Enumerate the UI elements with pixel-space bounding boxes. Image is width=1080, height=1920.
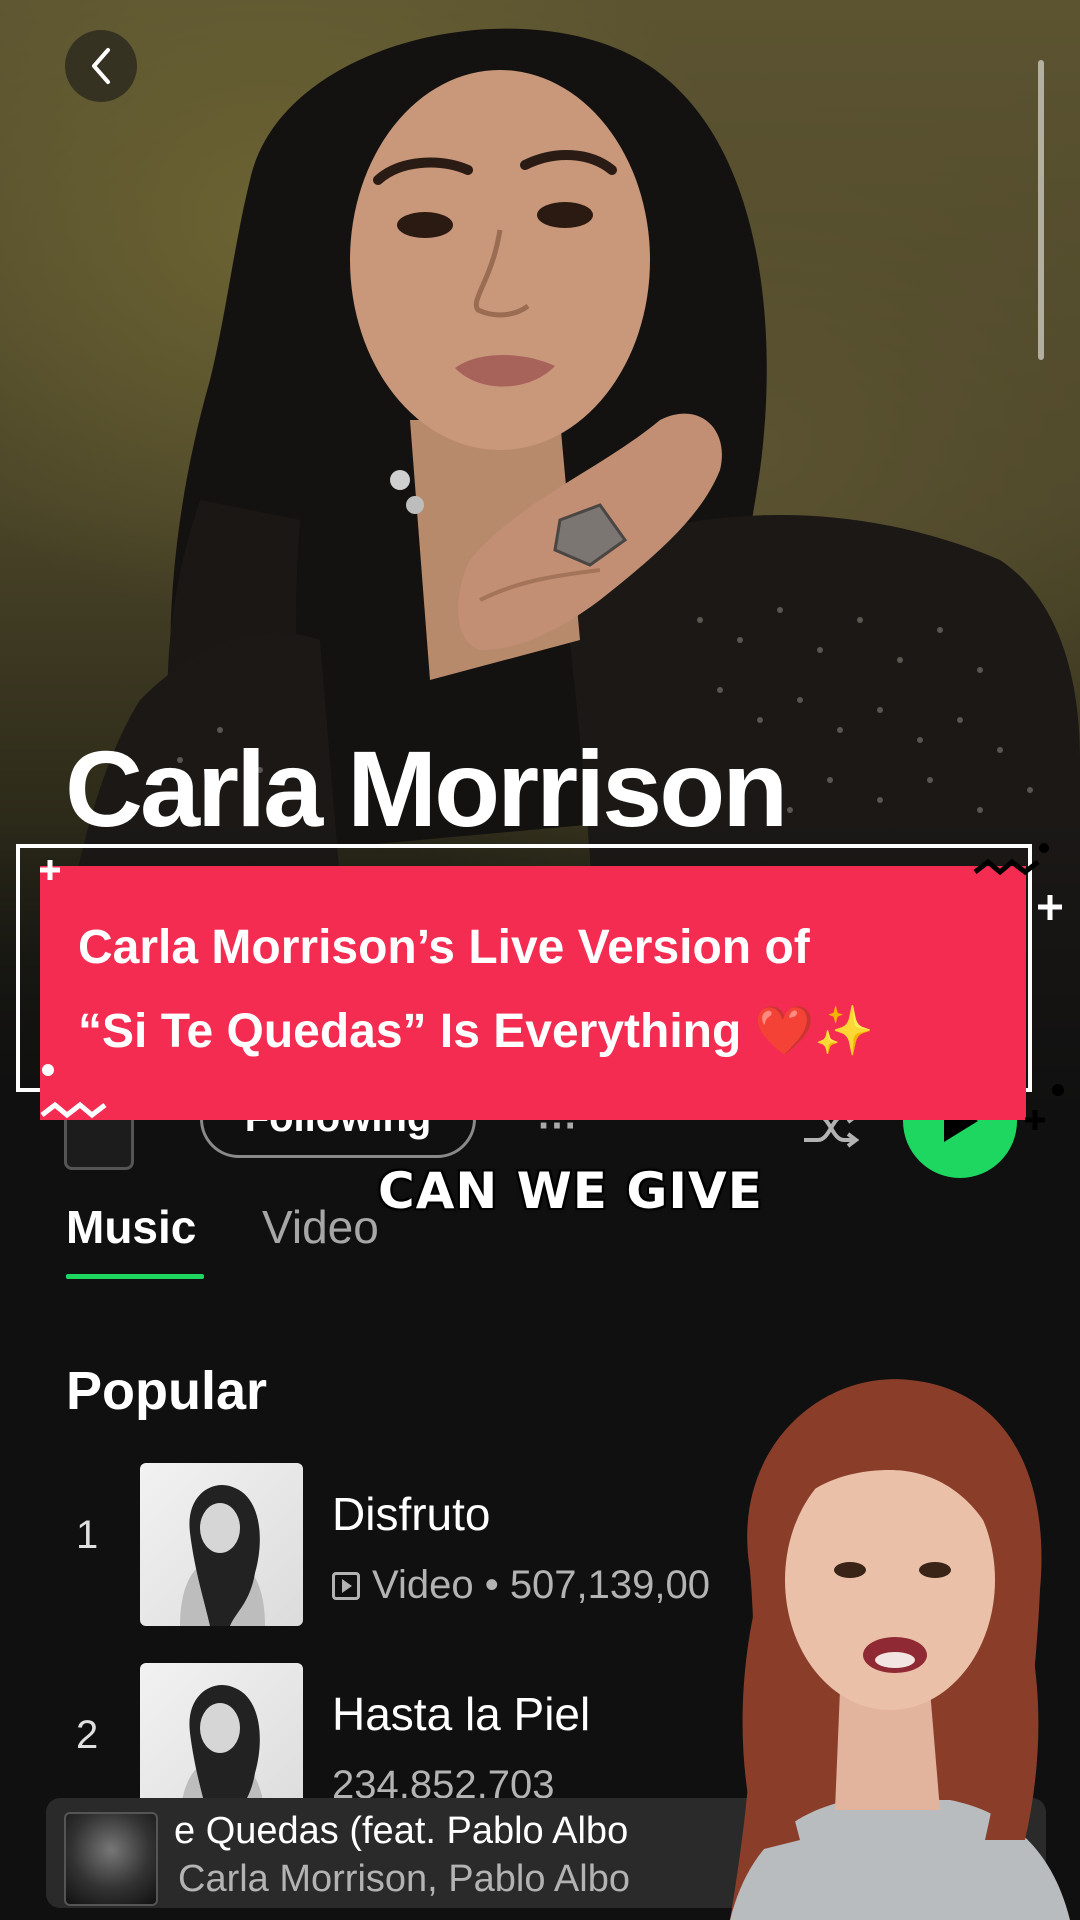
track-title: Disfruto	[332, 1488, 491, 1540]
track-meta-text: Video • 507,139,00	[372, 1563, 711, 1607]
chevron-left-icon	[92, 48, 110, 84]
presenter-video-overlay	[690, 1370, 1080, 1920]
now-playing-artwork	[64, 1812, 158, 1906]
track-rank: 1	[76, 1513, 99, 1557]
scrollbar[interactable]	[1038, 60, 1044, 360]
tab-video[interactable]: Video	[262, 1200, 379, 1254]
video-caption: CAN WE GIVE	[378, 1162, 763, 1220]
video-icon	[332, 1571, 360, 1600]
track-meta: Video • 507,139,00	[332, 1563, 710, 1608]
active-tab-indicator	[66, 1274, 204, 1279]
title-banner: Carla Morrison’s Live Version of “Si Te …	[40, 866, 1026, 1120]
back-button[interactable]	[65, 30, 137, 102]
banner-text: Carla Morrison’s Live Version of “Si Te …	[78, 906, 998, 1074]
banner-line-2: “Si Te Quedas” Is Everything ❤️✨	[78, 1005, 875, 1058]
popular-heading: Popular	[66, 1361, 268, 1421]
artist-name: Carla Morrison	[65, 728, 788, 849]
tab-music[interactable]: Music	[66, 1200, 196, 1254]
banner-line-1: Carla Morrison’s Live Version of	[78, 921, 810, 974]
track-artwork	[140, 1463, 303, 1626]
now-playing-title: e Quedas (feat. Pablo Albo	[174, 1810, 629, 1852]
track-rank: 2	[76, 1713, 99, 1757]
presenter-image	[730, 1379, 1070, 1920]
album-art-image	[180, 1485, 265, 1626]
track-title: Hasta la Piel	[332, 1688, 591, 1740]
now-playing-artists: Carla Morrison, Pablo Albo	[178, 1858, 630, 1900]
